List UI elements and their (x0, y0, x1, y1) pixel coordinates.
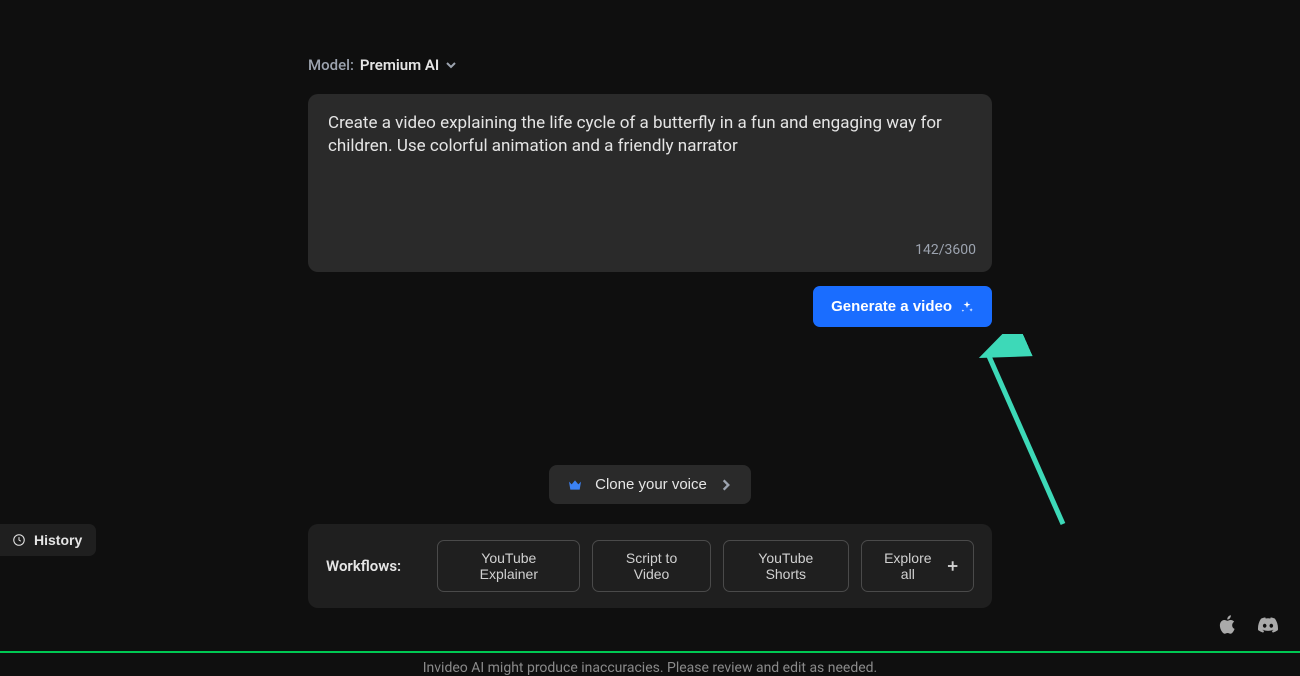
discord-icon[interactable] (1258, 615, 1278, 635)
history-label: History (34, 532, 82, 548)
generate-video-button[interactable]: Generate a video (813, 286, 992, 327)
workflows-bar: Workflows: YouTube Explainer Script to V… (308, 524, 992, 608)
apple-icon[interactable] (1218, 615, 1238, 635)
clone-voice-label: Clone your voice (595, 476, 707, 493)
workflows-label: Workflows: (326, 557, 401, 575)
model-name: Premium AI (360, 56, 439, 74)
prompt-input[interactable] (328, 112, 972, 232)
chevron-right-icon (719, 478, 733, 492)
model-label: Model: (308, 56, 354, 74)
workflow-youtube-explainer[interactable]: YouTube Explainer (437, 540, 580, 592)
footer-icons (1218, 615, 1278, 635)
clone-voice-button[interactable]: Clone your voice (549, 465, 751, 504)
history-button[interactable]: History (0, 524, 96, 556)
prompt-box: 142/3600 (308, 94, 992, 272)
plus-icon (947, 560, 958, 572)
workflow-script-to-video[interactable]: Script to Video (592, 540, 710, 592)
workflow-explore-all[interactable]: Explore all (861, 540, 974, 592)
chevron-down-icon (445, 59, 457, 71)
character-counter: 142/3600 (915, 242, 976, 258)
sparkle-icon (960, 300, 974, 314)
crown-icon (567, 477, 583, 493)
workflow-youtube-shorts[interactable]: YouTube Shorts (723, 540, 849, 592)
generate-video-label: Generate a video (831, 298, 952, 315)
clock-icon (12, 533, 26, 547)
disclaimer-text: Invideo AI might produce inaccuracies. P… (308, 660, 992, 676)
model-selector[interactable]: Model: Premium AI (308, 56, 992, 74)
